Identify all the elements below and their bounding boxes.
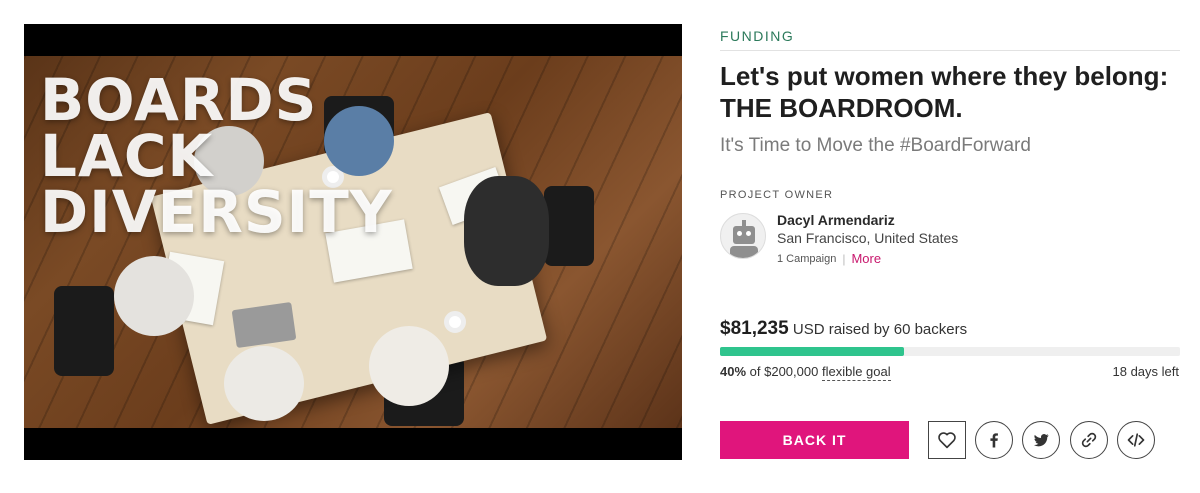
campaign-count: 1 Campaign [777, 252, 837, 265]
owner-avatar[interactable] [720, 213, 766, 259]
person [369, 326, 449, 406]
headline-line: BOARDS [40, 66, 318, 134]
separator: | [842, 251, 846, 266]
follow-button[interactable] [928, 421, 966, 459]
flexible-goal-link[interactable]: flexible goal [821, 364, 891, 381]
goal-amount: of $200,000 [749, 364, 819, 379]
video-frame: BOARDS LACK DIVERSITY [24, 56, 682, 428]
campaign-title: Let's put women where they belong: THE B… [720, 61, 1169, 123]
person [224, 346, 304, 421]
percent-funded: 40% [720, 364, 747, 379]
robot-body [730, 246, 758, 258]
raised-amount: $81,235 [720, 318, 789, 339]
headline-line: DIVERSITY [40, 178, 393, 246]
owner-meta: 1 Campaign | More [777, 251, 881, 266]
coffee-cup [444, 311, 466, 333]
person [114, 256, 194, 336]
progress-fill [720, 347, 904, 356]
link-icon [1081, 432, 1097, 448]
raised-text: USD raised by 60 backers [792, 321, 968, 338]
chair [54, 286, 114, 376]
progress-bar [720, 347, 1180, 356]
back-it-button[interactable]: BACK IT [720, 421, 909, 459]
owner-name[interactable]: Dacyl Armendariz [777, 212, 895, 228]
owner-label: PROJECT OWNER [720, 189, 834, 201]
embed-button[interactable] [1117, 421, 1155, 459]
goal-summary: 40% of $200,000 flexible goal [720, 364, 891, 381]
person [464, 176, 549, 286]
facebook-icon [990, 433, 998, 448]
raised-summary: $81,235 USD raised by 60 backers [720, 318, 967, 340]
robot-eye [746, 231, 751, 236]
embed-icon [1127, 433, 1145, 447]
chair [544, 186, 594, 266]
robot-avatar-icon [733, 226, 755, 244]
category-label[interactable]: FUNDING [720, 28, 794, 44]
facebook-share-button[interactable] [975, 421, 1013, 459]
more-link[interactable]: More [851, 251, 881, 266]
days-left: 18 days left [1112, 364, 1180, 379]
heart-icon [938, 432, 956, 449]
owner-location: San Francisco, United States [777, 230, 959, 246]
headline-line: LACK [40, 122, 214, 190]
robot-eye [737, 231, 742, 236]
twitter-icon [1033, 434, 1049, 447]
divider [720, 50, 1180, 51]
campaign-tagline: It's Time to Move the #BoardForward [720, 135, 1031, 156]
twitter-share-button[interactable] [1022, 421, 1060, 459]
video-headline: BOARDS LACK DIVERSITY [40, 66, 393, 246]
copy-link-button[interactable] [1070, 421, 1108, 459]
campaign-video[interactable]: BOARDS LACK DIVERSITY [24, 24, 682, 460]
